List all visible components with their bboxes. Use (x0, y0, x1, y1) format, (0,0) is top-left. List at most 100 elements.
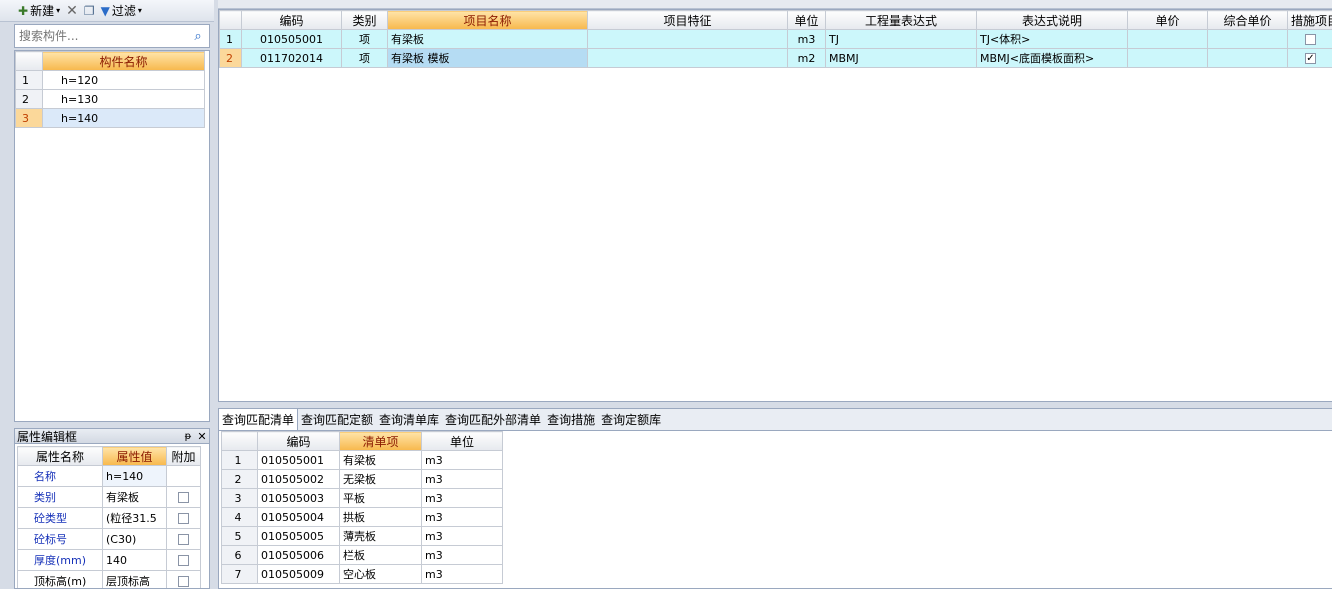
pin-icon[interactable]: ᵽ (181, 431, 195, 442)
property-value[interactable]: 140 (102, 549, 167, 571)
property-value[interactable]: 层顶标高 (102, 570, 167, 588)
type-header[interactable]: 类别 (341, 10, 388, 30)
unit-cell[interactable]: m3 (421, 564, 503, 584)
item-name-header[interactable]: 项目名称 (387, 10, 588, 30)
property-row[interactable]: 厚度(mm) 140 (17, 549, 201, 571)
bill-item-cell[interactable]: 有梁板 (339, 450, 422, 470)
unit-header[interactable]: 单位 (787, 10, 826, 30)
code-cell[interactable]: 011702014 (241, 48, 342, 68)
bill-row-selected[interactable]: 2 011702014 项 有梁板 模板 m2 MBMJ MBMJ<底面模板面积… (219, 48, 1332, 68)
measure-cell[interactable] (1287, 29, 1332, 49)
code-cell[interactable]: 010505003 (257, 488, 340, 508)
result-row[interactable]: 1 010505001 有梁板 m3 (221, 450, 503, 470)
bill-item-cell[interactable]: 空心板 (339, 564, 422, 584)
expression-desc-cell[interactable]: TJ<体积> (976, 29, 1128, 49)
result-row[interactable]: 4 010505004 拱板 m3 (221, 507, 503, 527)
price-cell[interactable] (1127, 29, 1208, 49)
attach-checkbox[interactable] (178, 576, 189, 587)
unit-cell[interactable]: m3 (421, 488, 503, 508)
expression-desc-header[interactable]: 表达式说明 (976, 10, 1128, 30)
code-cell[interactable]: 010505004 (257, 507, 340, 527)
measure-checkbox[interactable] (1305, 34, 1316, 45)
expression-cell[interactable]: MBMJ (825, 48, 977, 68)
component-name-header[interactable]: 构件名称 (42, 51, 205, 71)
new-button[interactable]: ✚ 新建 ▾ (18, 2, 60, 19)
unit-cell[interactable]: m3 (787, 29, 826, 49)
code-cell[interactable]: 010505009 (257, 564, 340, 584)
bill-item-cell[interactable]: 栏板 (339, 545, 422, 565)
code-header[interactable]: 编码 (257, 431, 340, 451)
unit-cell[interactable]: m3 (421, 545, 503, 565)
code-header[interactable]: 编码 (241, 10, 342, 30)
unit-cell[interactable]: m2 (787, 48, 826, 68)
attach-checkbox[interactable] (178, 492, 189, 503)
bill-item-cell[interactable]: 拱板 (339, 507, 422, 527)
code-cell[interactable]: 010505006 (257, 545, 340, 565)
bill-item-header[interactable]: 清单项 (339, 431, 422, 451)
total-price-cell[interactable] (1207, 48, 1288, 68)
code-cell[interactable]: 010505001 (257, 450, 340, 470)
code-cell[interactable]: 010505002 (257, 469, 340, 489)
result-row[interactable]: 7 010505009 空心板 m3 (221, 564, 503, 584)
property-row[interactable]: 顶标高(m) 层顶标高 (17, 570, 201, 588)
feature-cell[interactable] (587, 29, 788, 49)
price-cell[interactable] (1127, 48, 1208, 68)
result-row[interactable]: 6 010505006 栏板 m3 (221, 545, 503, 565)
close-icon[interactable]: ✕ (195, 430, 209, 443)
component-name[interactable]: h=120 (42, 70, 205, 90)
expression-desc-cell[interactable]: MBMJ<底面模板面积> (976, 48, 1128, 68)
price-header[interactable]: 单价 (1127, 10, 1208, 30)
component-row[interactable]: 1 h=120 (15, 70, 205, 90)
component-name[interactable]: h=130 (42, 89, 205, 109)
unit-cell[interactable]: m3 (421, 526, 503, 546)
unit-cell[interactable]: m3 (421, 469, 503, 489)
result-row[interactable]: 2 010505002 无梁板 m3 (221, 469, 503, 489)
tab-measures[interactable]: 查询措施 (544, 409, 598, 430)
property-value[interactable]: (C30) (102, 528, 167, 550)
unit-cell[interactable]: m3 (421, 450, 503, 470)
tab-match-external-bill[interactable]: 查询匹配外部清单 (442, 409, 544, 430)
attach-checkbox[interactable] (178, 513, 189, 524)
component-row[interactable]: 2 h=130 (15, 89, 205, 109)
copy-button[interactable]: ❐ (84, 5, 95, 17)
property-value[interactable]: (粒径31.5 (102, 507, 167, 529)
property-row[interactable]: 砼类型 (粒径31.5 (17, 507, 201, 529)
property-row[interactable]: 名称 h=140 (17, 465, 201, 487)
measure-cell[interactable]: ✓ (1287, 48, 1332, 68)
feature-header[interactable]: 项目特征 (587, 10, 788, 30)
measure-header[interactable]: 措施项目 (1287, 10, 1332, 30)
expression-header[interactable]: 工程量表达式 (825, 10, 977, 30)
tab-match-quota[interactable]: 查询匹配定额 (298, 409, 376, 430)
item-name-cell[interactable]: 有梁板 (387, 29, 588, 49)
total-price-header[interactable]: 综合单价 (1207, 10, 1288, 30)
search-icon[interactable]: ⌕ (187, 25, 209, 47)
result-row[interactable]: 5 010505005 薄壳板 m3 (221, 526, 503, 546)
tab-bill-library[interactable]: 查询清单库 (376, 409, 442, 430)
delete-button[interactable]: ✕ (66, 4, 78, 18)
component-name[interactable]: h=140 (42, 108, 205, 128)
type-cell[interactable]: 项 (341, 48, 388, 68)
measure-checkbox-checked[interactable]: ✓ (1305, 53, 1316, 64)
code-cell[interactable]: 010505005 (257, 526, 340, 546)
property-row[interactable]: 砼标号 (C30) (17, 528, 201, 550)
code-cell[interactable]: 010505001 (241, 29, 342, 49)
property-row[interactable]: 类别 有梁板 (17, 486, 201, 508)
tab-match-bill[interactable]: 查询匹配清单 (218, 408, 299, 430)
total-price-cell[interactable] (1207, 29, 1288, 49)
feature-cell[interactable] (587, 48, 788, 68)
unit-cell[interactable]: m3 (421, 507, 503, 527)
search-input[interactable] (15, 28, 187, 44)
filter-button[interactable]: ▼ 过滤 ▾ (101, 2, 142, 19)
unit-header[interactable]: 单位 (421, 431, 503, 451)
expression-cell[interactable]: TJ (825, 29, 977, 49)
result-row[interactable]: 3 010505003 平板 m3 (221, 488, 503, 508)
property-value[interactable]: h=140 (102, 465, 167, 487)
type-cell[interactable]: 项 (341, 29, 388, 49)
bill-item-cell[interactable]: 无梁板 (339, 469, 422, 489)
component-row-selected[interactable]: 3 h=140 (15, 108, 205, 128)
item-name-cell[interactable]: 有梁板 模板 (387, 48, 588, 68)
bill-item-cell[interactable]: 平板 (339, 488, 422, 508)
attach-checkbox[interactable] (178, 534, 189, 545)
attach-checkbox[interactable] (178, 555, 189, 566)
bill-item-cell[interactable]: 薄壳板 (339, 526, 422, 546)
